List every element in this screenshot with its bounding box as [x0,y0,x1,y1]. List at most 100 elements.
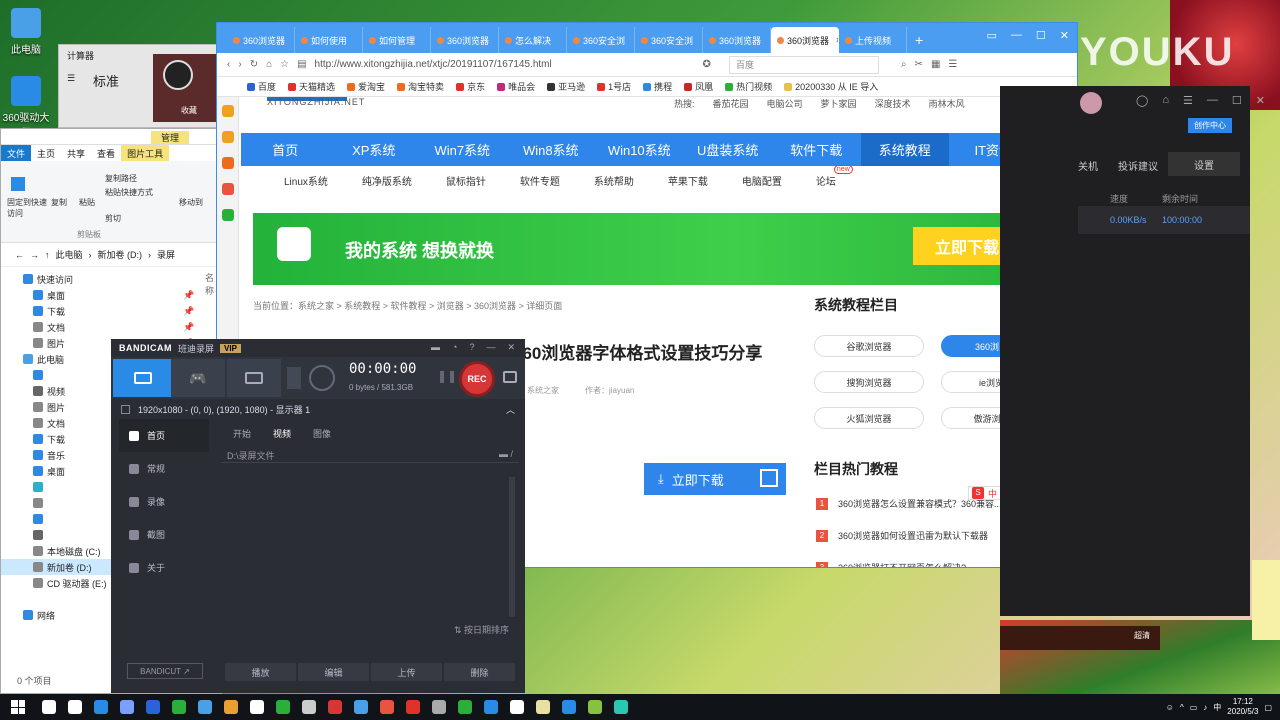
taskbar-app[interactable] [530,694,556,720]
folder-icon[interactable]: ▬ [431,342,440,353]
bandicam-action-button[interactable]: 播放 [225,663,296,681]
bookmark-item[interactable]: 京东 [456,80,485,93]
taskbar-app[interactable] [88,694,114,720]
nav-item[interactable]: XP系统 [330,133,419,166]
search-icon[interactable]: ⌕ [901,59,907,70]
clock-icon[interactable]: ◔ [452,342,457,353]
pin-icon[interactable]: 📌 [183,306,194,317]
folder-icon[interactable]: ▬ / [499,449,513,462]
bookmark-item[interactable]: 亚马逊 [547,80,585,93]
subnav-item[interactable]: 系统帮助 [594,173,634,188]
copy-button[interactable]: 复制 [51,197,67,208]
forward-icon[interactable]: → [30,250,39,260]
notification-icon[interactable]: ▢ [1264,703,1272,712]
tab-file[interactable]: 文件 [1,145,32,161]
taskbar-app[interactable] [582,694,608,720]
mic-icon[interactable] [287,367,301,389]
feedback-button[interactable]: 投诉建议 [1118,158,1158,173]
qr-code-icon[interactable] [760,469,778,487]
ime-mode[interactable]: 中 [988,487,997,500]
browser-tag[interactable]: 火狐浏览器 [814,407,924,429]
taskbar-app[interactable] [426,694,452,720]
menu-icon[interactable]: ☰ [67,73,75,84]
favorite-icon[interactable]: ☆ [280,59,289,70]
bandicam-tab[interactable]: 视频 [273,427,291,440]
hot-link[interactable]: 雨林木风 [929,97,965,110]
tab-home[interactable]: 主页 [31,145,61,161]
site-logo[interactable]: XITONGZHIJIA.NET [267,97,365,107]
up-icon[interactable]: ↑ [45,250,50,260]
collapse-icon[interactable]: ︿ [506,403,515,416]
taskbar-app[interactable] [192,694,218,720]
ime-indicator[interactable]: 中 [1213,702,1221,713]
browser-tag[interactable]: 搜狗浏览器 [814,371,924,393]
nav-item[interactable]: Win10系统 [595,133,684,166]
star-icon[interactable] [221,105,234,117]
pin-button[interactable]: 固定到快速访问 [7,197,47,219]
grid-icon[interactable]: ▦ [931,59,940,70]
pause-icon[interactable]: ❚❚ [437,369,457,383]
browser-tab[interactable]: 360安全浏 [567,27,635,53]
subnav-item[interactable]: 鼠标指针 [446,173,486,188]
chat-icon[interactable] [221,209,234,221]
restore-icon[interactable]: ▭ [987,29,997,42]
list-scrollbar[interactable] [509,477,515,617]
tab-view[interactable]: 查看 [91,145,121,161]
bandicam-action-button[interactable]: 删除 [444,663,515,681]
rss-icon[interactable] [221,157,234,169]
back-icon[interactable]: ‹ [227,59,230,70]
subnav-item[interactable]: 苹果下载 [668,173,708,188]
tree-item[interactable]: 快速访问 [1,271,223,287]
taskbar-app[interactable] [270,694,296,720]
bandicam-tab[interactable]: 图像 [313,427,331,440]
browser-tab[interactable]: 360浏览器 [227,27,295,53]
minimize-icon[interactable]: — [1011,29,1022,42]
bandicam-nav-item[interactable]: 截图 [119,518,209,551]
taskbar-app[interactable] [452,694,478,720]
webcam-icon[interactable] [309,365,335,391]
copy-path-button[interactable]: 复制路径 [105,173,137,184]
nav-item[interactable]: 首页 [241,133,330,166]
bandicut-button[interactable]: BANDICUT ↗ [127,663,203,679]
new-tab-button[interactable]: + [907,32,931,53]
taskbar-app[interactable] [114,694,140,720]
sort-by-date[interactable]: ⇅ 按日期排序 [221,623,519,636]
download-button[interactable]: ⤓ 立即下载 [644,463,786,495]
resolution-bar[interactable]: 1920x1080 - (0, 0), (1920, 1080) - 显示器 1… [111,401,525,417]
tree-item[interactable]: 下载 📌 [1,303,223,319]
minimize-icon[interactable]: — [1207,94,1218,107]
address-bar[interactable]: ← → ↑ 此电脑 › 新加卷 (D:) › 录屏 [1,243,221,267]
bookmark-item[interactable]: 携程 [643,80,672,93]
search-input[interactable]: 百度 [728,55,879,74]
bookmark-item[interactable]: 凤凰 [684,80,713,93]
record-button[interactable]: REC [459,361,495,397]
volume-icon[interactable]: ♪ [1203,703,1207,712]
resolution-checkbox[interactable] [121,404,130,414]
close-icon[interactable]: ✕ [1060,29,1069,42]
note-icon[interactable] [221,131,234,143]
bandicam-action-button[interactable]: 编辑 [298,663,369,681]
read-icon[interactable]: ▤ [297,59,306,70]
subnav-item[interactable]: 纯净版系统 [362,173,412,188]
camera-icon[interactable] [503,371,517,383]
nav-item[interactable]: 软件下载 [772,133,861,166]
bandicam-nav-item[interactable]: 关于 [119,551,209,584]
desktop-icon-this-pc[interactable]: 此电脑 [2,8,50,56]
paste-button[interactable]: 粘贴 [79,197,95,208]
subnav-item[interactable]: 软件专题 [520,173,560,188]
taskbar-app[interactable] [348,694,374,720]
pin-icon[interactable]: 📌 [183,290,194,301]
breadcrumb-folder[interactable]: 录屏 [157,248,175,261]
pin-icon[interactable]: 📌 [183,322,194,333]
bookmark-item[interactable]: 热门视频 [725,80,772,93]
browser-tab[interactable]: 360浏览器× [771,27,839,53]
browser-tab[interactable]: 如何使用 [295,27,363,53]
bookmark-item[interactable]: 爱淘宝 [347,80,385,93]
people-icon[interactable]: ☺ [1166,703,1174,712]
recording-list[interactable] [221,467,519,617]
breadcrumb[interactable]: 当前位置：系统之家 > 系统教程 > 软件教程 > 浏览器 > 360浏览器 >… [253,299,562,312]
hot-link[interactable]: 萝卜家园 [821,97,857,110]
bookmark-item[interactable]: 唯品会 [497,80,535,93]
taskbar-app[interactable] [322,694,348,720]
url-input[interactable]: http://www.xitongzhijia.net/xtjc/2019110… [315,59,695,70]
